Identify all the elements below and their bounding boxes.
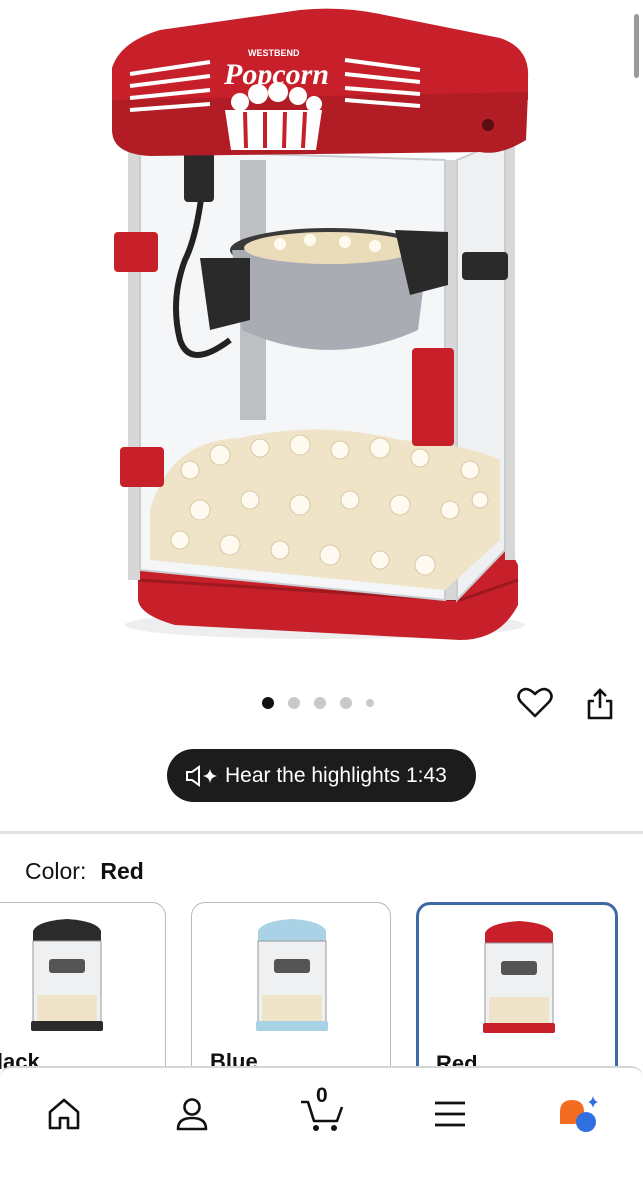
- selected-color: Red: [100, 858, 144, 884]
- carousel-dot[interactable]: [262, 697, 274, 709]
- hear-highlights-button[interactable]: Hear the highlights 1:43: [167, 749, 476, 802]
- section-divider: [0, 831, 643, 834]
- tab-home[interactable]: [34, 1086, 94, 1142]
- color-option-black[interactable]: Black: [0, 902, 166, 1092]
- product-thumbnail-blue: [256, 919, 328, 1031]
- color-option-blue[interactable]: Blue: [191, 902, 391, 1092]
- product-thumbnail-red: [483, 921, 555, 1033]
- carousel-dot[interactable]: [314, 697, 326, 709]
- assistant-icon: [560, 1096, 598, 1132]
- carousel-dot[interactable]: [340, 697, 352, 709]
- tab-assistant[interactable]: [548, 1086, 608, 1142]
- menu-icon: [435, 1101, 465, 1127]
- popcorn-machine-illustration: WESTBEND Popcorn: [112, 8, 529, 640]
- color-label: Color:: [25, 858, 87, 884]
- hear-highlights-label: Hear the highlights 1:43: [225, 763, 447, 787]
- account-icon: [176, 1098, 208, 1131]
- share-button[interactable]: [580, 684, 620, 724]
- logo-text: Popcorn: [223, 58, 329, 91]
- cart-count-badge: 0: [316, 1084, 328, 1107]
- heart-icon: [517, 687, 553, 718]
- product-thumbnail-black: [31, 919, 103, 1031]
- tab-account[interactable]: [162, 1086, 222, 1142]
- carousel-dot[interactable]: [366, 699, 374, 707]
- bottom-tab-bar: 0: [0, 1066, 643, 1200]
- carousel-dot[interactable]: [288, 697, 300, 709]
- tab-cart[interactable]: 0: [292, 1084, 352, 1142]
- color-selector-heading: Color: Red: [25, 858, 144, 885]
- home-icon: [48, 1098, 80, 1130]
- speaker-sparkle-icon: [185, 764, 219, 788]
- product-image[interactable]: WESTBEND Popcorn: [0, 0, 643, 670]
- brand-text: WESTBEND: [248, 48, 300, 58]
- tab-menu[interactable]: [420, 1086, 480, 1142]
- carousel-indicator: [262, 697, 374, 709]
- share-icon: [587, 688, 613, 720]
- color-option-red[interactable]: Red: [416, 902, 618, 1092]
- favorite-button[interactable]: [514, 684, 556, 722]
